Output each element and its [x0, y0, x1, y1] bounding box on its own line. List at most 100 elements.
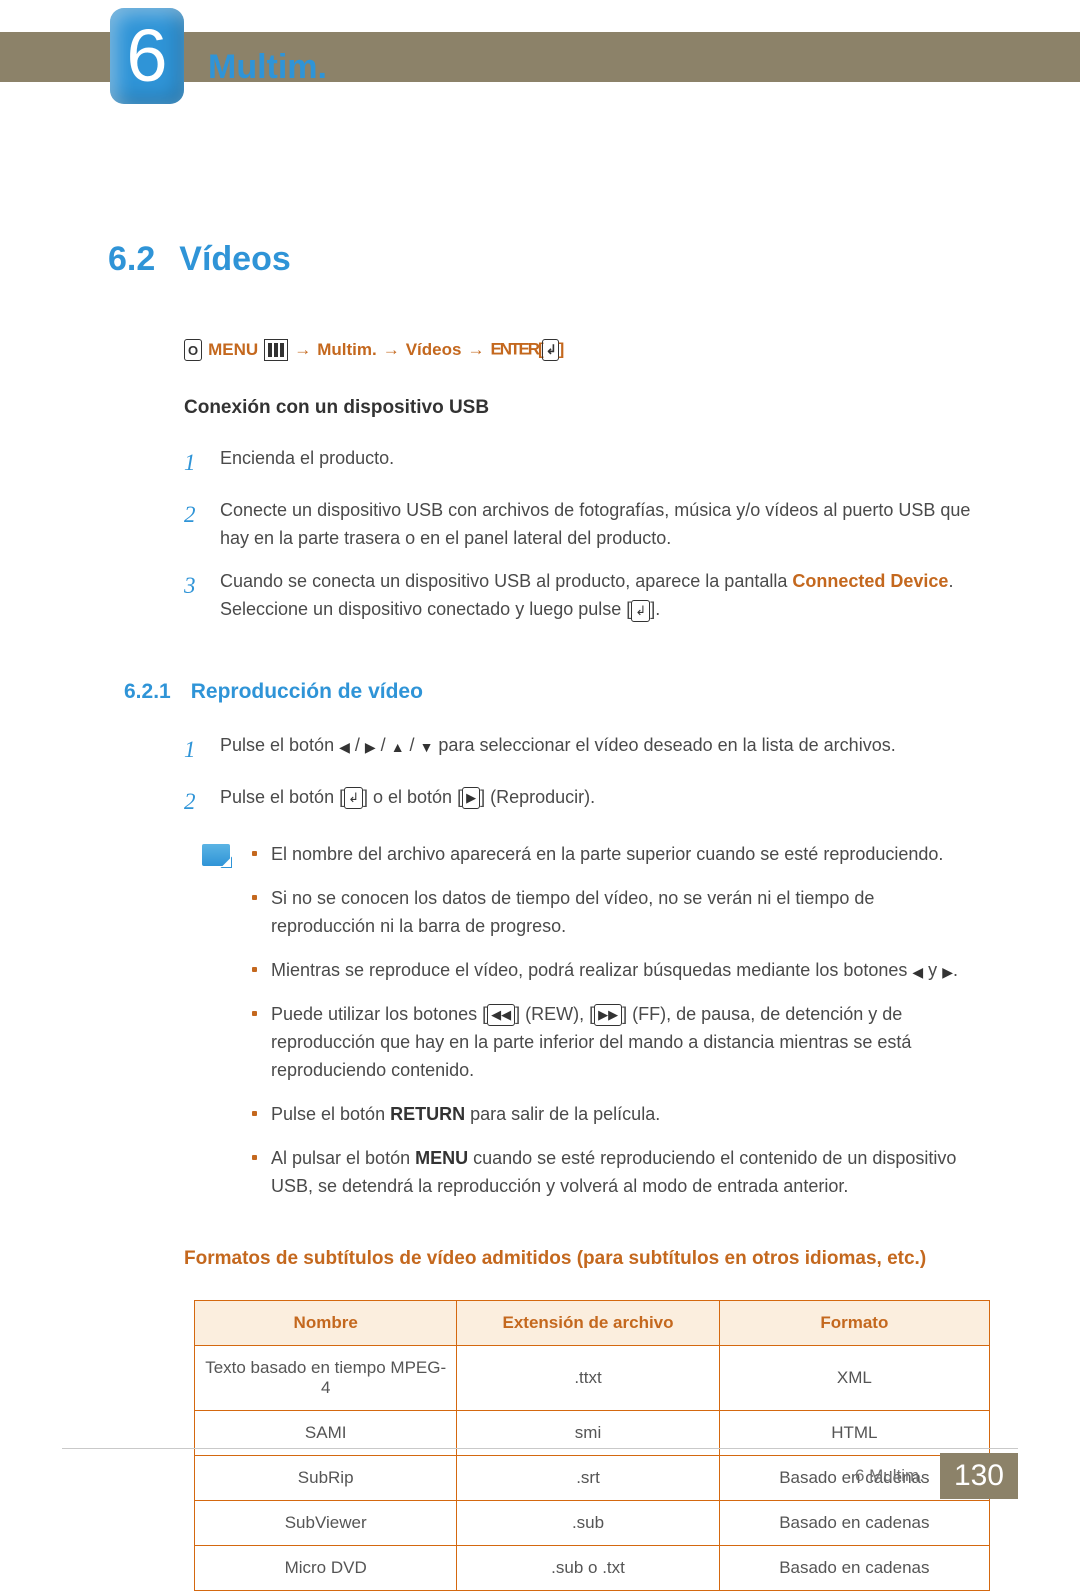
connected-device-label: Connected Device	[792, 571, 948, 591]
chapter-badge: 6	[110, 8, 184, 104]
usb-steps: 1 Encienda el producto. 2 Conecte un dis…	[184, 445, 980, 624]
note-item: Si no se conocen los datos de tiempo del…	[252, 885, 980, 941]
bullet-icon	[252, 895, 257, 900]
table-row: SAMI smi HTML	[195, 1411, 990, 1456]
playback-step-1: 1 Pulse el botón ◀ / ▶ / ▲ / ▼ para sele…	[184, 732, 980, 768]
cell: smi	[457, 1411, 719, 1456]
nav-arrow: →	[383, 340, 400, 360]
rew-icon: ◀◀	[487, 1004, 515, 1026]
left-arrow-icon: ◀	[912, 962, 923, 984]
step-number: 3	[184, 568, 202, 624]
nav-seg2: Vídeos	[406, 340, 462, 360]
table-row: Texto basado en tiempo MPEG-4 .ttxt XML	[195, 1346, 990, 1411]
section-number: 6.2	[108, 240, 155, 279]
cell: .ttxt	[457, 1346, 719, 1411]
step-number: 2	[184, 784, 202, 820]
enter-icon: ↲	[344, 787, 363, 809]
footer-ref: 6 Multim.	[855, 1466, 924, 1486]
chapter-number: 6	[126, 19, 167, 93]
down-arrow-icon: ▼	[420, 737, 434, 759]
nav-menu: MENU	[208, 340, 258, 360]
usb-step-2: 2 Conecte un dispositivo USB con archivo…	[184, 497, 980, 553]
note-text: El nombre del archivo aparecerá en la pa…	[271, 841, 980, 869]
left-arrow-icon: ◀	[339, 737, 350, 759]
menu-label: MENU	[415, 1148, 468, 1168]
note-bullets: El nombre del archivo aparecerá en la pa…	[252, 841, 980, 1216]
usb-step-3: 3 Cuando se conecta un dispositivo USB a…	[184, 568, 980, 624]
cell: Basado en cadenas	[719, 1501, 989, 1546]
nav-arrow: →	[294, 340, 311, 360]
note-text: Al pulsar el botón MENU cuando se esté r…	[271, 1145, 980, 1201]
nav-arrow: →	[467, 340, 484, 360]
usb-title: Conexión con un dispositivo USB	[184, 397, 980, 419]
footer: 6 Multim. 130	[855, 1453, 1018, 1499]
step-number: 1	[184, 445, 202, 481]
step-text: Encienda el producto.	[220, 445, 980, 481]
subsection-heading: 6.2.1 Reproducción de vídeo	[124, 680, 980, 704]
note-text: Si no se conocen los datos de tiempo del…	[271, 885, 980, 941]
bullet-icon	[252, 967, 257, 972]
table-row: SubViewer .sub Basado en cadenas	[195, 1501, 990, 1546]
step-number: 1	[184, 732, 202, 768]
section-title: Vídeos	[179, 240, 290, 279]
th-format: Formato	[719, 1301, 989, 1346]
note-text: Puede utilizar los botones [◀◀] (REW), […	[271, 1001, 980, 1085]
nav-seg3: ENTER[	[490, 339, 541, 358]
table-row: Micro DVD .sub o .txt Basado en cadenas	[195, 1546, 990, 1591]
cell: HTML	[719, 1411, 989, 1456]
table-heading: Formatos de subtítulos de vídeo admitido…	[184, 1248, 980, 1270]
note-item: Al pulsar el botón MENU cuando se esté r…	[252, 1145, 980, 1201]
note-item: Pulse el botón RETURN para salir de la p…	[252, 1101, 980, 1129]
up-arrow-icon: ▲	[391, 737, 405, 759]
return-label: RETURN	[390, 1104, 465, 1124]
right-arrow-icon: ▶	[942, 962, 953, 984]
nav-path: O MENU → Multim. → Vídeos → ENTER[↲]	[184, 339, 980, 361]
note-item: El nombre del archivo aparecerá en la pa…	[252, 841, 980, 869]
note-icon	[202, 844, 230, 866]
footer-line	[62, 1448, 1018, 1449]
menu-bars-icon	[264, 339, 288, 361]
note-text: Mientras se reproduce el vídeo, podrá re…	[271, 957, 980, 985]
note-item: Puede utilizar los botones [◀◀] (REW), […	[252, 1001, 980, 1085]
cell: SAMI	[195, 1411, 457, 1456]
cell: .sub o .txt	[457, 1546, 719, 1591]
bullet-icon	[252, 1111, 257, 1116]
cell: XML	[719, 1346, 989, 1411]
right-arrow-icon: ▶	[365, 737, 376, 759]
subsection-number: 6.2.1	[124, 680, 171, 704]
playback-steps: 1 Pulse el botón ◀ / ▶ / ▲ / ▼ para sele…	[184, 732, 980, 819]
note-text: Pulse el botón RETURN para salir de la p…	[271, 1101, 980, 1129]
enter-icon: ↲	[542, 339, 559, 361]
cell: Basado en cadenas	[719, 1546, 989, 1591]
cell: Texto basado en tiempo MPEG-4	[195, 1346, 457, 1411]
cell: .srt	[457, 1456, 719, 1501]
step-text: Cuando se conecta un dispositivo USB al …	[220, 568, 980, 624]
step-number: 2	[184, 497, 202, 553]
chapter-title: Multim.	[208, 48, 327, 87]
bullet-icon	[252, 851, 257, 856]
page-number: 130	[940, 1453, 1018, 1499]
step-text: Conecte un dispositivo USB con archivos …	[220, 497, 980, 553]
note-item: Mientras se reproduce el vídeo, podrá re…	[252, 957, 980, 985]
nav-seg1: Multim.	[317, 340, 377, 360]
playback-step-2: 2 Pulse el botón [↲] o el botón [▶] (Rep…	[184, 784, 980, 820]
bullet-icon	[252, 1155, 257, 1160]
bullet-icon	[252, 1011, 257, 1016]
section-heading: 6.2 Vídeos	[108, 240, 980, 279]
play-icon: ▶	[462, 787, 480, 809]
step-text: Pulse el botón ◀ / ▶ / ▲ / ▼ para selecc…	[220, 732, 980, 768]
enter-icon: ↲	[631, 600, 650, 622]
cell: .sub	[457, 1501, 719, 1546]
cell: SubViewer	[195, 1501, 457, 1546]
note-block: El nombre del archivo aparecerá en la pa…	[202, 841, 980, 1216]
subtitle-table: Nombre Extensión de archivo Formato Text…	[194, 1300, 990, 1591]
step-text: Pulse el botón [↲] o el botón [▶] (Repro…	[220, 784, 980, 820]
subsection-title: Reproducción de vídeo	[191, 680, 423, 704]
cell: SubRip	[195, 1456, 457, 1501]
page-content: 6.2 Vídeos O MENU → Multim. → Vídeos → E…	[108, 240, 980, 1591]
usb-step-1: 1 Encienda el producto.	[184, 445, 980, 481]
ff-icon: ▶▶	[594, 1004, 622, 1026]
cell: Micro DVD	[195, 1546, 457, 1591]
osd-icon: O	[184, 339, 202, 361]
th-ext: Extensión de archivo	[457, 1301, 719, 1346]
